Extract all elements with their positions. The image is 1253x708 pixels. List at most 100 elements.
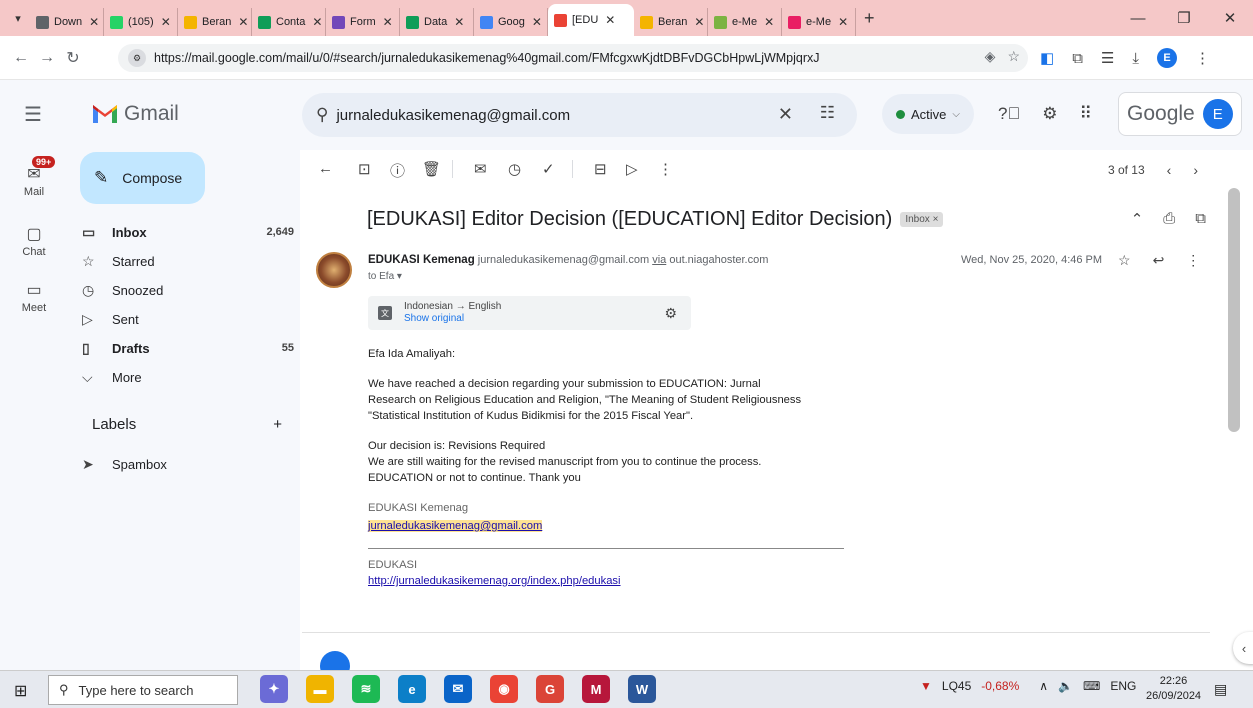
older-icon[interactable]: ›	[1193, 162, 1198, 178]
label-as-icon[interactable]: ▷	[626, 160, 638, 178]
sender-name[interactable]: EDUKASI Kemenag	[368, 254, 475, 266]
notifications-icon[interactable]: ▤	[1214, 681, 1227, 698]
close-tab-icon[interactable]: ✕	[312, 15, 322, 29]
eye-icon[interactable]: ◈	[985, 48, 996, 65]
search-options-icon[interactable]: ☷	[820, 103, 835, 123]
url-field[interactable]: ⚙ https://mail.google.com/mail/u/0/#sear…	[118, 44, 1028, 72]
browser-tab[interactable]: Goog ✕	[474, 8, 548, 36]
close-tab-icon[interactable]: ✕	[383, 15, 393, 29]
close-tab-icon[interactable]: ✕	[454, 15, 464, 29]
wifi-icon[interactable]: ⌨	[1083, 679, 1100, 693]
search-input[interactable]: jurnaledukasikemenag@gmail.com	[336, 107, 570, 124]
close-tab-icon[interactable]: ✕	[238, 15, 248, 29]
gmail-logo[interactable]: Gmail	[92, 102, 179, 126]
message-more-icon[interactable]: ⋮	[1186, 252, 1200, 269]
browser-tab[interactable]: [EDU ✕	[548, 4, 634, 36]
new-tab-button[interactable]: +	[856, 8, 883, 29]
sender-avatar[interactable]	[316, 252, 352, 288]
browser-tab[interactable]: Beran ✕	[634, 8, 708, 36]
show-original-link[interactable]: Show original	[404, 313, 501, 325]
translate-languages[interactable]: Indonesian → English	[404, 301, 501, 312]
reply-icon[interactable]: ↩	[1153, 252, 1165, 269]
main-menu-icon[interactable]: ☰	[24, 102, 42, 127]
windows-start-icon[interactable]: ⊞	[14, 681, 27, 701]
language-indicator[interactable]: ENG	[1110, 679, 1136, 693]
nav-item-sent[interactable]: ▷ Sent	[82, 305, 294, 333]
browser-tab[interactable]: Data ✕	[400, 8, 474, 36]
taskbar-search[interactable]: ⚲ Type here to search	[48, 675, 238, 705]
tray-chevron-icon[interactable]: ∧	[1039, 679, 1048, 693]
mail-app-icon[interactable]: ✉	[444, 675, 472, 703]
add-task-icon[interactable]: ✓	[542, 160, 555, 178]
close-tab-icon[interactable]: ✕	[161, 15, 171, 29]
side-panel-toggle-icon[interactable]: ‹	[1233, 632, 1253, 664]
rail-meet[interactable]: ▭ Meet	[0, 280, 68, 314]
label-spambox[interactable]: ➤ Spambox	[82, 450, 294, 478]
volume-icon[interactable]: 🔈	[1058, 679, 1073, 693]
expand-collapse-icon[interactable]: ⌃	[1131, 210, 1144, 228]
site-info-icon[interactable]: ⚙	[128, 49, 146, 67]
rail-mail[interactable]: ✉ Mail	[0, 164, 68, 198]
spotify-icon[interactable]: ≋	[352, 675, 380, 703]
browser-tab[interactable]: e-Me ✕	[782, 8, 856, 36]
browser-menu-icon[interactable]: ⋮	[1195, 49, 1210, 67]
google-account-button[interactable]: Google E	[1118, 92, 1242, 136]
close-tab-icon[interactable]: ✕	[764, 15, 774, 29]
browser-profile-avatar[interactable]: E	[1157, 48, 1177, 68]
recipient-details[interactable]: to Efa ▾	[368, 271, 402, 282]
app-icon[interactable]: M	[582, 675, 610, 703]
browser-tab[interactable]: Beran ✕	[178, 8, 252, 36]
minimize-icon[interactable]: —	[1115, 0, 1161, 36]
chrome-profile-icon[interactable]: G	[536, 675, 564, 703]
translate-settings-icon[interactable]: ⚙	[664, 305, 677, 322]
apps-grid-icon[interactable]: ⠿	[1079, 104, 1091, 124]
close-tab-icon[interactable]: ✕	[838, 15, 848, 29]
signature-email-link[interactable]: jurnaledukasikemenag@gmail.com	[368, 520, 543, 532]
next-message-row[interactable]	[302, 632, 1210, 670]
open-new-window-icon[interactable]: ⧉	[1195, 210, 1206, 228]
compose-button[interactable]: ✎ Compose	[80, 152, 205, 204]
back-icon[interactable]: ←	[8, 49, 34, 67]
status-dropdown[interactable]: Active ⌵	[882, 94, 974, 134]
copilot-icon[interactable]: ✦	[260, 675, 288, 703]
reading-list-icon[interactable]: ☰	[1101, 49, 1114, 67]
report-spam-icon[interactable]: ⓘ	[390, 160, 405, 181]
help-icon[interactable]: ?⃝	[998, 104, 1020, 124]
word-icon[interactable]: W	[628, 675, 656, 703]
clock[interactable]: 22:26 26/09/2024	[1146, 674, 1201, 704]
close-window-icon[interactable]: ✕	[1207, 0, 1253, 36]
nav-item-starred[interactable]: ☆ Starred	[82, 247, 294, 275]
browser-tab[interactable]: Form ✕	[326, 8, 400, 36]
chrome-icon[interactable]: ◉	[490, 675, 518, 703]
move-to-icon[interactable]: ⊟	[594, 160, 607, 178]
snooze-icon[interactable]: ◷	[508, 160, 521, 178]
rail-chat[interactable]: ▢ Chat	[0, 224, 68, 258]
more-options-icon[interactable]: ⋮	[658, 160, 673, 178]
bookmark-star-icon[interactable]: ☆	[1007, 48, 1020, 65]
stock-chart-icon[interactable]: ▼	[920, 679, 932, 693]
browser-tab[interactable]: e-Me ✕	[708, 8, 782, 36]
scrollbar-thumb[interactable]	[1228, 188, 1240, 432]
via-link[interactable]: via	[652, 254, 666, 266]
journal-link[interactable]: http://jurnaledukasikemenag.org/index.ph…	[368, 575, 621, 587]
settings-gear-icon[interactable]: ⚙	[1042, 104, 1057, 124]
downloads-icon[interactable]: ⤓	[1132, 50, 1139, 67]
restore-icon[interactable]: ❐	[1161, 0, 1207, 36]
close-tab-icon[interactable]: ✕	[694, 15, 704, 29]
browser-tab[interactable]: Conta ✕	[252, 8, 326, 36]
delete-icon[interactable]: 🗑	[422, 160, 441, 178]
tab-search-chevron-icon[interactable]: ▾	[6, 6, 30, 30]
extensions-icon[interactable]: ⧉	[1072, 50, 1083, 67]
add-label-icon[interactable]: +	[273, 416, 282, 433]
reload-icon[interactable]: ↻	[60, 48, 86, 68]
clear-search-icon[interactable]: ✕	[778, 104, 793, 125]
mail-search-bar[interactable]: ⚲ jurnaledukasikemenag@gmail.com ✕ ☷	[302, 93, 857, 137]
close-tab-icon[interactable]: ✕	[532, 15, 542, 29]
browser-tab[interactable]: (105) ✕	[104, 8, 178, 36]
close-tab-icon[interactable]: ✕	[89, 15, 99, 29]
archive-icon[interactable]: ⊡	[358, 160, 371, 178]
nav-item-drafts[interactable]: ▯ Drafts 55	[82, 334, 294, 362]
star-icon[interactable]: ☆	[1118, 252, 1131, 269]
nav-item-snoozed[interactable]: ◷ Snoozed	[82, 276, 294, 304]
back-to-list-icon[interactable]: ←	[318, 160, 333, 177]
